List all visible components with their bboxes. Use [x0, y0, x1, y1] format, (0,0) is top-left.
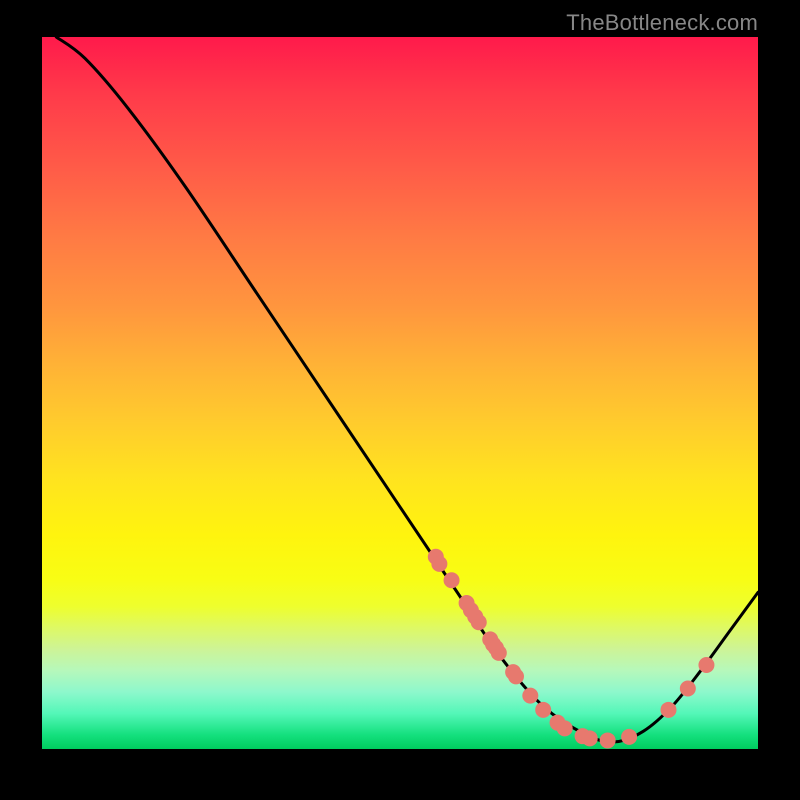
plot-area [42, 37, 758, 749]
chart-frame: TheBottleneck.com [0, 0, 800, 800]
scatter-dot [522, 688, 538, 704]
scatter-dot [557, 720, 573, 736]
scatter-dot [508, 668, 524, 684]
scatter-dot [444, 572, 460, 588]
bottleneck-curve [56, 37, 758, 742]
scatter-dot [471, 614, 487, 630]
scatter-dot [621, 729, 637, 745]
scatter-dot [698, 657, 714, 673]
scatter-dot [431, 556, 447, 572]
scatter-dot [491, 645, 507, 661]
scatter-points [428, 549, 715, 749]
attribution-text: TheBottleneck.com [566, 10, 758, 36]
scatter-dot [680, 680, 696, 696]
scatter-dot [535, 702, 551, 718]
scatter-dot [661, 702, 677, 718]
scatter-dot [600, 732, 616, 748]
scatter-dot [582, 730, 598, 746]
chart-svg [42, 37, 758, 749]
